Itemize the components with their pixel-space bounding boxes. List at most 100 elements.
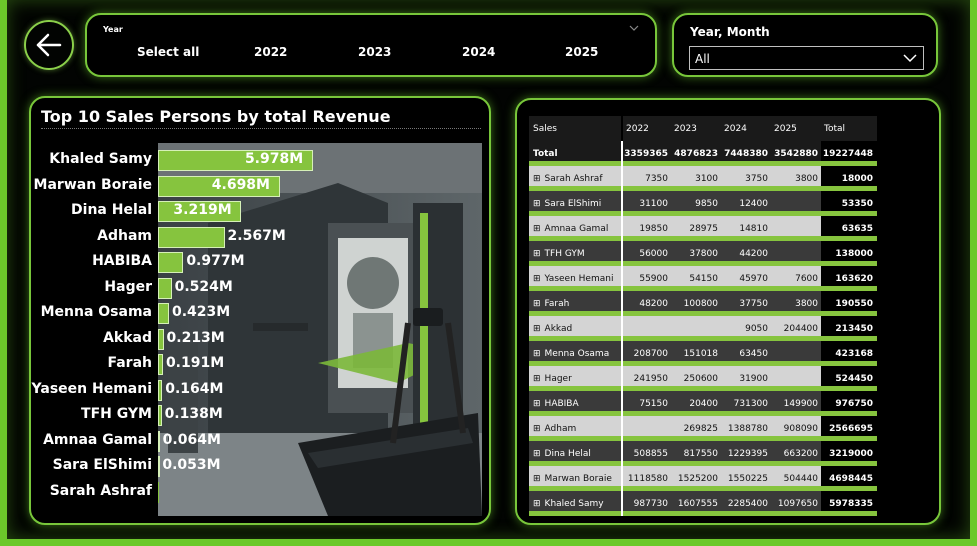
cell-value: 31900 (739, 373, 768, 384)
bar[interactable] (158, 481, 159, 503)
back-button[interactable] (24, 20, 74, 70)
cell-value: 163620 (835, 273, 873, 284)
chevron-down-icon (903, 54, 917, 63)
cell-value: 2024 (724, 123, 747, 134)
table-row: ⊞ Hager 241950 250600 31900 524450 (529, 366, 877, 391)
cell-value: Total (824, 123, 846, 134)
bar-value-label: 3.219M (173, 202, 232, 218)
cell-value: 151018 (683, 348, 718, 359)
expand-plus-icon[interactable]: ⊞ (533, 224, 541, 234)
table-row: ⊞ Adham 269825 1388780 908090 2566695 (529, 416, 877, 441)
row-header: Khaled Samy (544, 498, 604, 509)
cell-value: 987730 (633, 498, 668, 509)
bar[interactable] (158, 430, 160, 452)
cell-value: 19227448 (822, 148, 873, 159)
row-header: Hager (544, 373, 572, 384)
cell-value: 3542880 (774, 148, 818, 159)
expand-plus-icon[interactable]: ⊞ (533, 324, 541, 334)
bar-label: Hager (104, 278, 152, 295)
year-month-slicer-label: Year, Month (690, 25, 770, 39)
cell-value: 45970 (739, 273, 768, 284)
expand-plus-icon[interactable]: ⊞ (533, 274, 541, 284)
matrix-divider (621, 141, 623, 516)
expand-plus-icon[interactable]: ⊞ (533, 174, 541, 184)
cell-value: 54150 (689, 273, 718, 284)
cell-value: 7448380 (724, 148, 768, 159)
bar[interactable] (158, 379, 163, 401)
bar[interactable] (158, 277, 172, 299)
cell-value: 3359365 (624, 148, 668, 159)
year-option-2022[interactable]: 2022 (254, 45, 287, 59)
row-header: Total (533, 148, 558, 159)
table-row: ⊞ TFH GYM 56000 37800 44200 138000 (529, 241, 877, 266)
bar-label: HABIBA (92, 253, 152, 269)
year-option-2024[interactable]: 2024 (462, 45, 495, 59)
expand-plus-icon[interactable]: ⊞ (533, 424, 541, 434)
cell-value: 1118580 (627, 473, 668, 484)
expand-plus-icon[interactable]: ⊞ (533, 449, 541, 459)
bar-value-label: 4.698M (211, 176, 270, 193)
matrix-cell: Sales (529, 116, 621, 141)
matrix-total-row: Total 3359365 4876823 7448380 3542880 1922744… (529, 141, 877, 166)
bar[interactable] (158, 226, 225, 248)
bar[interactable] (158, 456, 160, 477)
row-header: Dina Helal (544, 448, 591, 459)
bar-label: Akkad (103, 329, 152, 346)
bar-value-label: 0.423M (171, 304, 231, 320)
chevron-down-icon[interactable] (629, 24, 639, 32)
bar-label: Khaled Samy (49, 151, 152, 167)
row-header: Akkad (544, 323, 573, 334)
table-row: ⊞ Sara ElShimi 31100 9850 12400 53350 (529, 191, 877, 216)
expand-plus-icon[interactable]: ⊞ (533, 249, 541, 259)
sales-matrix: Sales 2022 2023 2024 2025 Total Total 3359365 48… (529, 116, 877, 516)
table-row: ⊞ Dina Helal 508855 817550 1229395 663200 3219… (529, 441, 877, 466)
matrix-cell: 2023 (671, 116, 721, 141)
year-option-2023[interactable]: 2023 (358, 45, 391, 59)
cell-value: 9050 (745, 323, 768, 334)
cell-value: 2566695 (829, 423, 873, 434)
cell-value: 44200 (739, 248, 768, 259)
bar[interactable] (158, 252, 184, 273)
bar-label: Menna Osama (40, 304, 152, 320)
bar-value-label: 0.064M (162, 431, 221, 448)
table-row: ⊞ Marwan Boraie 1118580 1525200 1550225 50444… (529, 466, 877, 491)
cell-value: 3100 (695, 173, 718, 184)
cell-value: 524450 (835, 373, 873, 384)
bar[interactable] (158, 354, 163, 375)
expand-plus-icon[interactable]: ⊞ (533, 299, 541, 309)
sales-matrix-panel: Sales 2022 2023 2024 2025 Total Total 3359365 48… (515, 98, 941, 525)
bar[interactable] (158, 303, 169, 324)
bar-label: Marwan Boraie (33, 176, 152, 193)
cell-value: 5978335 (829, 498, 873, 509)
bar[interactable] (158, 405, 162, 426)
row-header: Farah (544, 298, 570, 309)
cell-value: 48200 (639, 298, 668, 309)
table-row: ⊞ Menna Osama 208700 151018 63450 423168 (529, 341, 877, 366)
cell-value: 7350 (645, 173, 668, 184)
bar[interactable] (158, 328, 164, 350)
cell-value: 138000 (835, 248, 873, 259)
cell-value: 18000 (841, 173, 873, 184)
cell-value: 204400 (783, 323, 818, 334)
year-month-dropdown[interactable]: All (689, 46, 924, 70)
cell-value: 4876823 (674, 148, 718, 159)
cell-value: 190550 (835, 298, 873, 309)
cell-value: 37750 (739, 298, 768, 309)
year-option-2025[interactable]: 2025 (565, 45, 598, 59)
table-row: ⊞ Farah 48200 100800 37750 3800 190550 (529, 291, 877, 316)
cell-value: 14810 (739, 223, 768, 234)
year-option-select-all[interactable]: Select all (137, 45, 199, 59)
chart-title: Top 10 Sales Persons by total Revenue (41, 107, 481, 129)
expand-plus-icon[interactable]: ⊞ (533, 499, 541, 509)
expand-plus-icon[interactable]: ⊞ (533, 349, 541, 359)
bar-value-label: 0.977M (186, 253, 245, 269)
expand-plus-icon[interactable]: ⊞ (533, 474, 541, 484)
expand-plus-icon[interactable]: ⊞ (533, 399, 541, 409)
cell-value: 12400 (739, 198, 768, 209)
cell-value: 976750 (835, 398, 873, 409)
row-header: Amnaa Gamal (544, 223, 609, 234)
row-stripe (529, 511, 877, 516)
cell-value: 3800 (795, 173, 818, 184)
expand-plus-icon[interactable]: ⊞ (533, 199, 541, 209)
expand-plus-icon[interactable]: ⊞ (533, 374, 541, 384)
